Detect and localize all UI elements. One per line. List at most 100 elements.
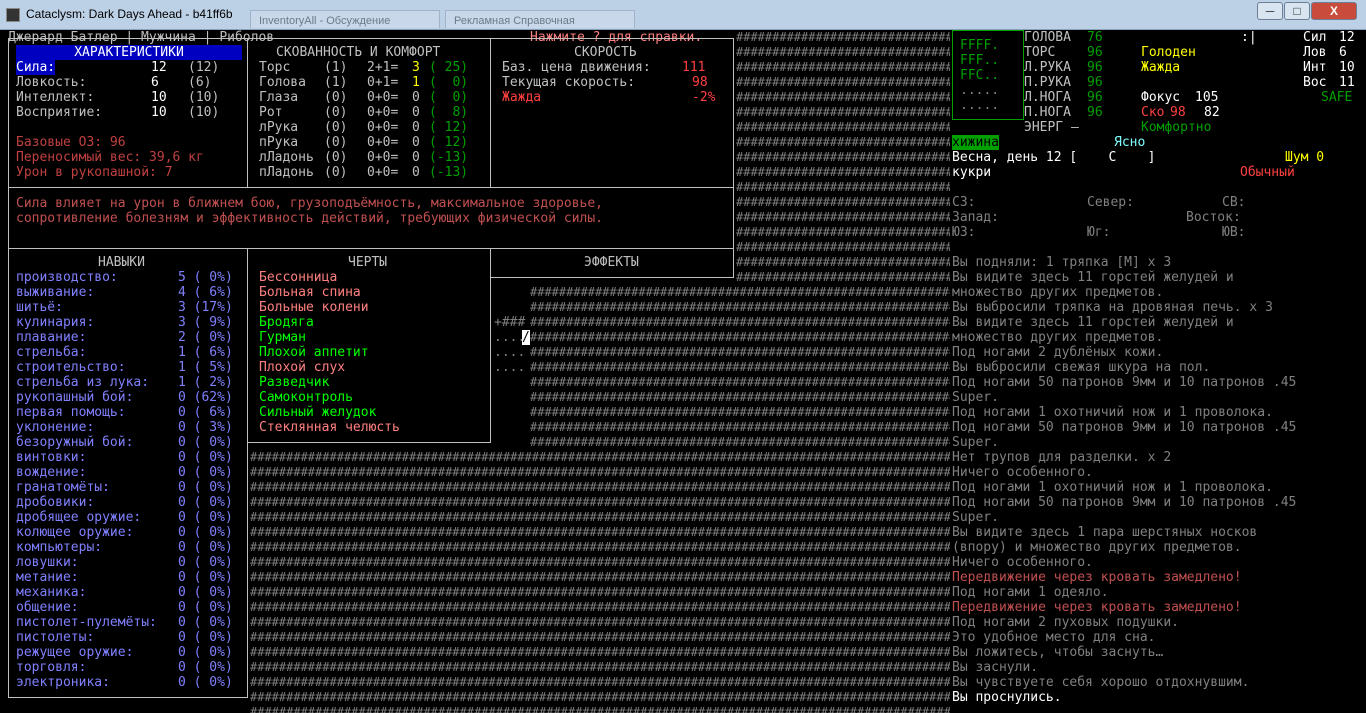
trait-item[interactable]: Больные колени (259, 300, 369, 315)
log-message: множество других предметов. (952, 330, 1164, 345)
encumbrance-formula: 0+0= (367, 135, 399, 150)
stat-value: 6 (151, 75, 159, 90)
stat-value: 10 (151, 105, 167, 120)
encumbrance-formula: 0+0= (367, 120, 399, 135)
map-floor-area: +### .... .... .... (494, 315, 526, 375)
base-hp: Базовые ОЗ: 96 (16, 135, 126, 150)
log-message: Super. (952, 435, 999, 450)
stat-base: (10) (188, 90, 220, 105)
skill-name: ловушки: (16, 555, 79, 570)
compass-sw: ЮЗ: (952, 225, 976, 240)
minimap-row: FFF.. (960, 53, 1000, 68)
compass-w: Запад: (952, 210, 999, 225)
trait-item[interactable]: Разведчик (259, 375, 329, 390)
log-message: Под ногами 1 охотничий нож и 1 проволока… (952, 480, 1273, 495)
log-message: Вы выбросили тряпка на дровяная печь. x … (952, 300, 1273, 315)
encumbrance-base: (1) (324, 60, 348, 75)
comfort-value: (-13) (429, 150, 469, 165)
thirst-modifier-value: -2% (692, 90, 716, 105)
skill-level: 0 ( 0%) (178, 480, 233, 495)
encumbrance-total: 0 (412, 150, 420, 165)
encumbrance-base: (0) (324, 165, 348, 180)
comfort-value: (-13) (429, 165, 469, 180)
skill-name: режущее оружие: (16, 645, 134, 660)
skill-name: винтовки: (16, 450, 87, 465)
encumbrance-total: 1 (412, 75, 420, 90)
close-button[interactable]: X (1311, 2, 1357, 20)
encumbrance-total: 0 (412, 135, 420, 150)
stat-label: Сила: (16, 60, 56, 75)
trait-item[interactable]: Бродяга (259, 315, 314, 330)
encumbrance-formula: 0+0= (367, 90, 399, 105)
log-message: Вы подняли: 1 тряпка [M] x 3 (952, 255, 1172, 270)
skill-name: плавание: (16, 330, 87, 345)
skill-name: стрельба: (16, 345, 87, 360)
trait-item[interactable]: Самоконтроль (259, 390, 353, 405)
skill-name: строительство: (16, 360, 126, 375)
encumbrance-total: 0 (412, 90, 420, 105)
skills-title: НАВЫКИ (98, 255, 145, 270)
body-part-hp: 76 (1087, 30, 1103, 45)
map-wall-right-mid: ############################## #########… (736, 255, 950, 284)
minimize-button[interactable]: ─ (1257, 2, 1283, 20)
trait-item[interactable]: Стеклянная челюсть (259, 420, 400, 435)
trait-item[interactable]: Сильный желудок (259, 405, 376, 420)
skill-name: метание: (16, 570, 79, 585)
weather-status: Ясно (1114, 135, 1146, 150)
trait-item[interactable]: Плохой слух (259, 360, 345, 375)
background-tab-2: Рекламная Справочная (445, 10, 635, 28)
skill-level: 5 ( 0%) (178, 270, 233, 285)
skill-name: первая помощь: (16, 405, 126, 420)
attribute-label: Сил (1303, 30, 1327, 45)
log-message: Это удобное место для сна. (952, 630, 1156, 645)
skill-name: вождение: (16, 465, 87, 480)
attribute-label: Лов (1303, 45, 1327, 60)
stat-label: Ловкость: (16, 75, 87, 90)
skill-level: 0 ( 0%) (178, 540, 233, 555)
maximize-button[interactable]: □ (1284, 2, 1310, 20)
current-speed-value: 98 (692, 75, 708, 90)
window-titlebar[interactable]: Cataclysm: Dark Days Ahead - b41ff6b Inv… (0, 0, 1366, 30)
skill-level: 0 ( 0%) (178, 570, 233, 585)
skill-level: 4 ( 6%) (178, 285, 233, 300)
player-marker[interactable]: / (522, 330, 530, 345)
encumbrance-base: (0) (324, 135, 348, 150)
safe-mode-indicator[interactable]: SAFE (1321, 90, 1352, 105)
trait-item[interactable]: Гурман (259, 330, 306, 345)
comfort-value: ( 0) (429, 75, 469, 90)
skill-name: уклонение: (16, 420, 95, 435)
trait-item[interactable]: Плохой аппетит (259, 345, 369, 360)
log-message: Под ногами 1 одеяло. (952, 585, 1109, 600)
attribute-value: 12 (1339, 30, 1355, 45)
comfort-value: ( 12) (429, 120, 469, 135)
encumbrance-part: Торс (259, 60, 291, 75)
energy-status: ЭНЕРГ — (1024, 120, 1079, 135)
movement-mode[interactable]: Обычный (1240, 165, 1295, 180)
encumbrance-title: СКОВАННОСТЬ И КОМФОРТ (276, 45, 441, 60)
skill-name: пистолеты: (16, 630, 95, 645)
encumbrance-part: лЛадонь (259, 150, 314, 165)
skill-level: 0 (62%) (178, 390, 233, 405)
map-wall-bottom: ########################################… (250, 450, 950, 713)
current-speed-label: Текущая скорость: (502, 75, 636, 90)
map-wall-right-upper: ############################## #########… (736, 30, 950, 254)
encumbrance-base: (0) (324, 120, 348, 135)
app-icon (6, 8, 20, 22)
trait-item[interactable]: Бессонница (259, 270, 337, 285)
body-part-label: ГОЛОВА (1024, 30, 1071, 45)
minimap-row: ..... (960, 98, 1000, 113)
skill-name: выживание: (16, 285, 95, 300)
log-message: Ничего особенного. (952, 465, 1093, 480)
date-display: Весна, день 12 [ С ] (952, 150, 1156, 165)
stat-base: (6) (188, 75, 212, 90)
skill-name: производство: (16, 270, 118, 285)
log-message: Super. (952, 390, 999, 405)
compass-nw: СЗ: (952, 195, 976, 210)
body-part-label: Л.РУКА (1024, 60, 1071, 75)
speed-title: СКОРОСТЬ (574, 45, 637, 60)
log-message: Под ногами 2 дублёных кожи. (952, 345, 1164, 360)
log-message: Под ногами 50 патронов 9мм и 10 патронов… (952, 420, 1297, 435)
skill-name: гранатомёты: (16, 480, 110, 495)
thirst-status: Жажда (1141, 60, 1181, 75)
trait-item[interactable]: Больная спина (259, 285, 361, 300)
